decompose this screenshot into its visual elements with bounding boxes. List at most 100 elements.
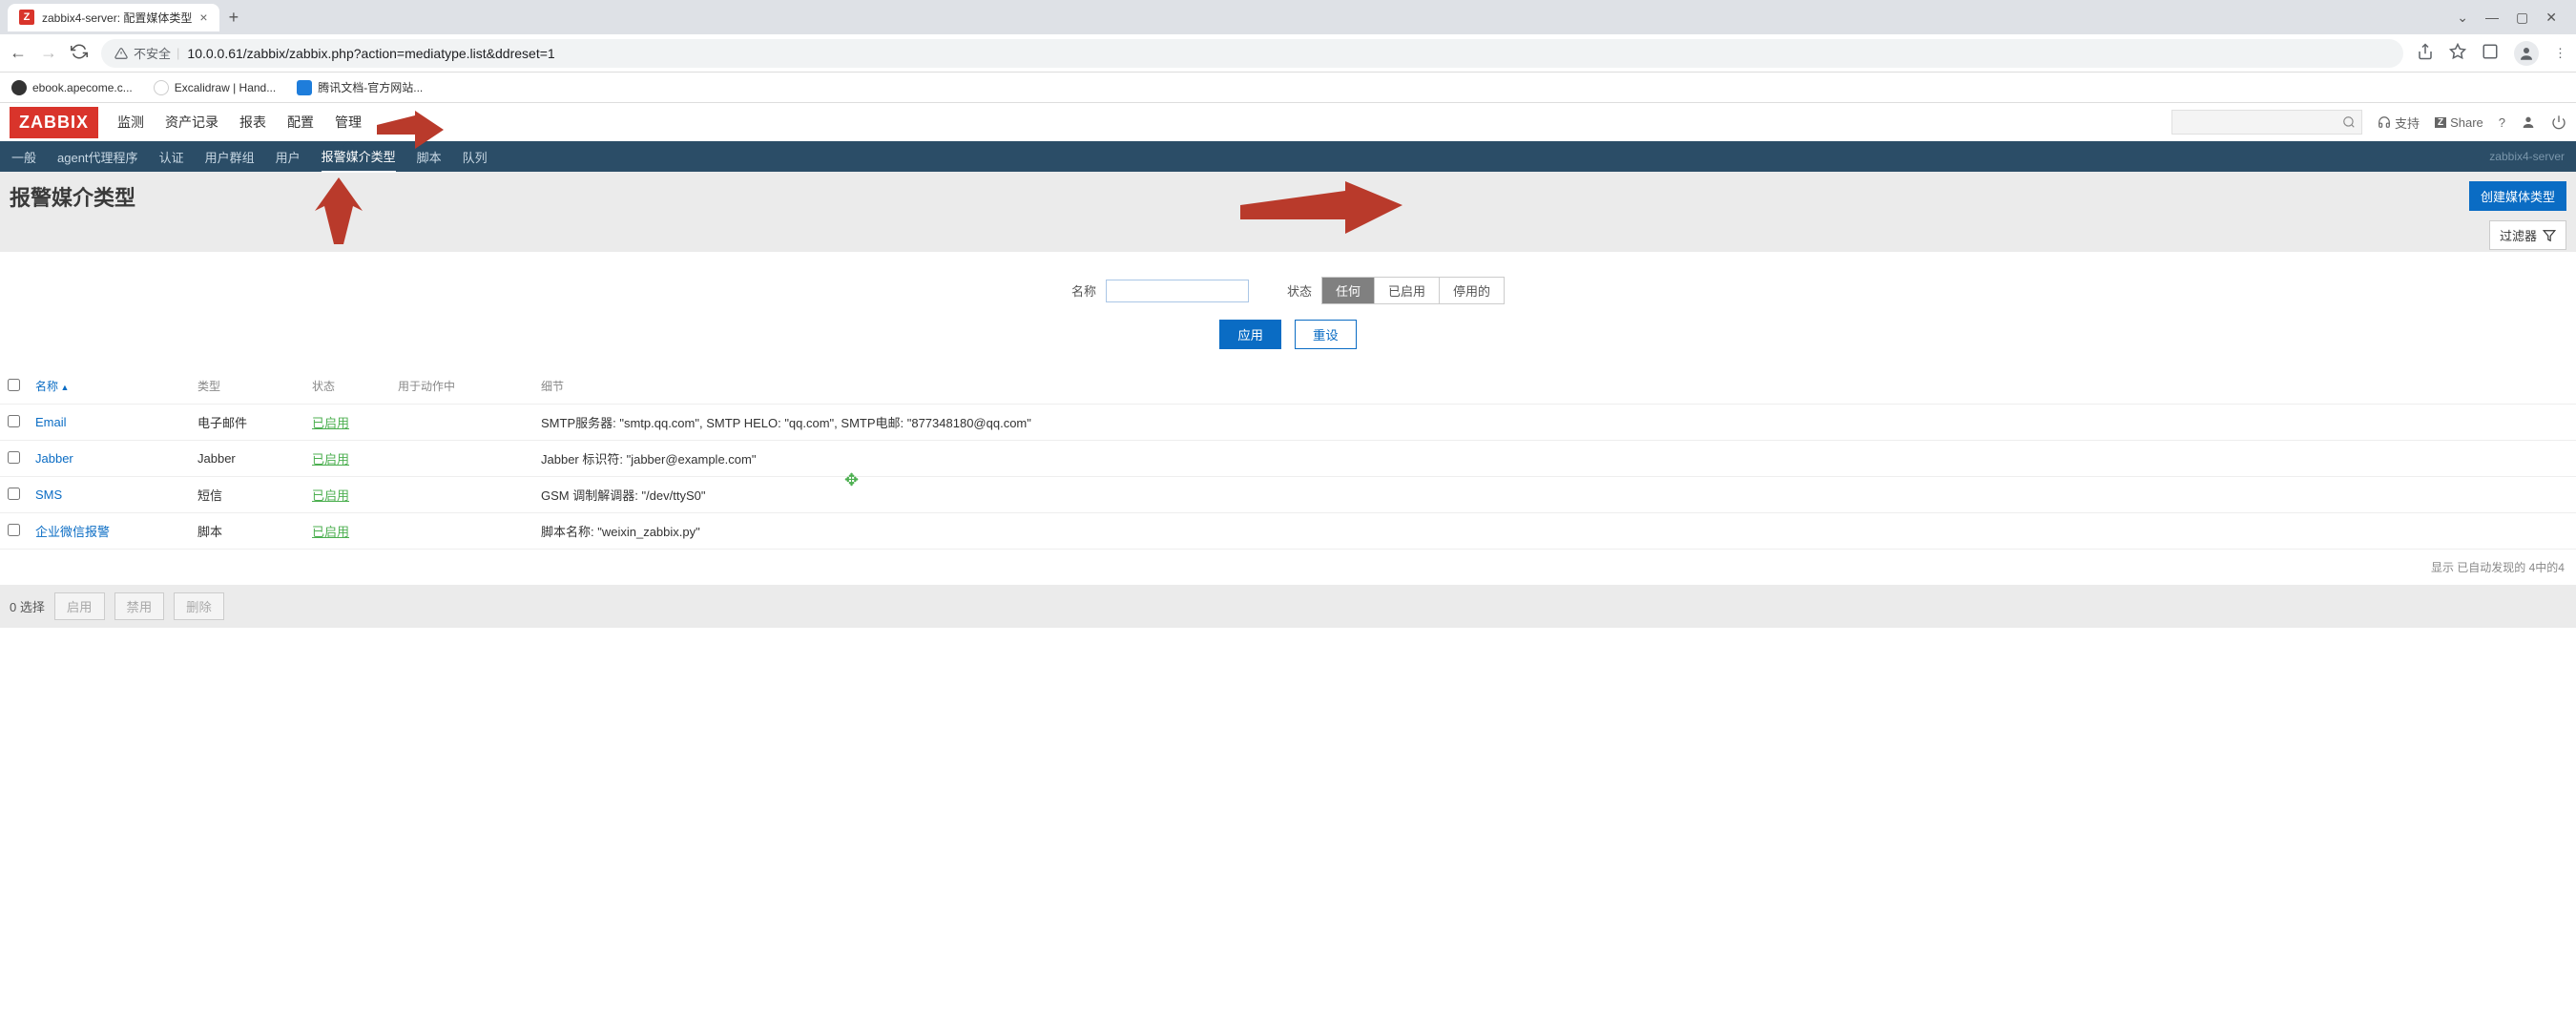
media-type-details: Jabber 标识符: "jabber@example.com" <box>533 441 2576 477</box>
reset-button[interactable]: 重设 <box>1295 320 1357 349</box>
tab-close-icon[interactable]: × <box>199 10 207 25</box>
apply-button[interactable]: 应用 <box>1219 320 1281 349</box>
zabbix-logo[interactable]: ZABBIX <box>10 107 98 138</box>
bookmark-item[interactable]: 腾讯文档-官方网站... <box>297 79 423 95</box>
filter-panel: 名称 状态 任何 已启用 停用的 应用 重设 <box>0 259 2576 366</box>
media-type-details: SMTP服务器: "smtp.qq.com", SMTP HELO: "qq.c… <box>533 405 2576 441</box>
media-type-details: GSM 调制解调器: "/dev/ttyS0" <box>533 477 2576 513</box>
status-toggle[interactable]: 已启用 <box>312 416 349 430</box>
share-icon[interactable] <box>2417 43 2434 63</box>
bookmark-item[interactable]: Excalidraw | Hand... <box>154 80 277 95</box>
main-menu-monitor[interactable]: 监测 <box>115 103 146 141</box>
select-all-checkbox[interactable] <box>8 379 20 391</box>
name-filter-input[interactable] <box>1106 280 1249 302</box>
row-checkbox[interactable] <box>8 415 20 427</box>
column-used-in: 用于动作中 <box>390 368 533 405</box>
nav-forward-icon[interactable]: → <box>40 43 57 63</box>
nav-reload-icon[interactable] <box>71 43 88 63</box>
filter-toggle-button[interactable]: 过滤器 <box>2489 220 2566 250</box>
media-type-link[interactable]: 企业微信报警 <box>35 525 110 539</box>
profile-avatar-icon[interactable] <box>2514 41 2539 66</box>
browser-menu-icon[interactable]: ⋮ <box>2554 46 2566 61</box>
row-checkbox[interactable] <box>8 451 20 464</box>
zabbix-header: ZABBIX 监测 资产记录 报表 配置 管理 支持 Z Share ? <box>0 103 2576 141</box>
column-type: 类型 <box>190 368 304 405</box>
url-bar[interactable]: 不安全 | 10.0.0.61/zabbix/zabbix.php?action… <box>101 39 2403 68</box>
page-header-area: 报警媒介类型 创建媒体类型 过滤器 <box>0 172 2576 252</box>
name-filter-label: 名称 <box>1071 281 1096 300</box>
help-link[interactable]: ? <box>2499 115 2505 130</box>
extensions-icon[interactable] <box>2482 43 2499 63</box>
main-menu-config[interactable]: 配置 <box>285 103 316 141</box>
media-type-type: 短信 <box>190 477 304 513</box>
window-maximize-icon[interactable]: ▢ <box>2516 10 2528 26</box>
url-text: 10.0.0.61/zabbix/zabbix.php?action=media… <box>187 46 554 61</box>
user-icon[interactable] <box>2521 114 2536 130</box>
tab-bar: Z zabbix4-server: 配置媒体类型 × + ⌄ — ▢ ✕ <box>0 0 2576 34</box>
z-badge-icon: Z <box>2435 117 2446 128</box>
nav-back-icon[interactable]: ← <box>10 43 27 63</box>
main-menu-admin[interactable]: 管理 <box>333 103 364 141</box>
search-input[interactable] <box>2171 110 2362 135</box>
status-toggle[interactable]: 已启用 <box>312 525 349 539</box>
bulk-delete-button[interactable]: 删除 <box>174 592 224 620</box>
submenu-mediatypes[interactable]: 报警媒介类型 <box>322 141 396 173</box>
status-enabled-button[interactable]: 已启用 <box>1375 278 1440 303</box>
media-type-link[interactable]: Email <box>35 415 67 429</box>
new-tab-button[interactable]: + <box>229 8 239 28</box>
status-filter-field: 状态 任何 已启用 停用的 <box>1287 277 1505 304</box>
tab-favicon: Z <box>19 10 34 25</box>
submenu-usergroups[interactable]: 用户群组 <box>205 142 255 172</box>
share-link[interactable]: Z Share <box>2435 115 2483 130</box>
status-segmented: 任何 已启用 停用的 <box>1321 277 1505 304</box>
submenu-scripts[interactable]: 脚本 <box>417 142 442 172</box>
row-checkbox[interactable] <box>8 524 20 536</box>
row-checkbox[interactable] <box>8 488 20 500</box>
status-any-button[interactable]: 任何 <box>1322 278 1375 303</box>
bulk-disable-button[interactable]: 禁用 <box>114 592 165 620</box>
table-row: SMS 短信 已启用 GSM 调制解调器: "/dev/ttyS0" <box>0 477 2576 513</box>
submenu-proxies[interactable]: agent代理程序 <box>57 142 138 172</box>
browser-nav-bar: ← → 不安全 | 10.0.0.61/zabbix/zabbix.php?ac… <box>0 34 2576 73</box>
page-title: 报警媒介类型 <box>10 181 135 212</box>
table-row: Email 电子邮件 已启用 SMTP服务器: "smtp.qq.com", S… <box>0 405 2576 441</box>
table-row: 企业微信报警 脚本 已启用 脚本名称: "weixin_zabbix.py" <box>0 513 2576 550</box>
media-type-link[interactable]: SMS <box>35 488 62 502</box>
tab-title-text: zabbix4-server: 配置媒体类型 <box>42 10 192 26</box>
headset-icon <box>2378 115 2391 129</box>
window-controls: ⌄ — ▢ ✕ <box>2457 10 2568 26</box>
status-toggle[interactable]: 已启用 <box>312 452 349 467</box>
bookmark-star-icon[interactable] <box>2449 43 2466 63</box>
column-name[interactable]: 名称 <box>28 368 190 405</box>
search-icon <box>2342 115 2356 129</box>
main-menu-reports[interactable]: 报表 <box>238 103 268 141</box>
table-footer-text: 显示 已自动发现的 4中的4 <box>0 550 2576 585</box>
support-link[interactable]: 支持 <box>2378 114 2420 132</box>
browser-chrome: Z zabbix4-server: 配置媒体类型 × + ⌄ — ▢ ✕ ← →… <box>0 0 2576 103</box>
main-menu: 监测 资产记录 报表 配置 管理 <box>115 103 364 141</box>
media-type-type: 脚本 <box>190 513 304 550</box>
insecure-warning: 不安全 | <box>114 44 179 62</box>
submenu-general[interactable]: 一般 <box>11 142 36 172</box>
status-toggle[interactable]: 已启用 <box>312 488 349 503</box>
window-dropdown-icon[interactable]: ⌄ <box>2457 10 2468 26</box>
browser-tab[interactable]: Z zabbix4-server: 配置媒体类型 × <box>8 4 219 31</box>
bulk-action-bar: 0 选择 启用 禁用 删除 <box>0 585 2576 628</box>
submenu-queue[interactable]: 队列 <box>463 142 488 172</box>
submenu-auth[interactable]: 认证 <box>159 142 184 172</box>
column-status: 状态 <box>304 368 390 405</box>
main-menu-inventory[interactable]: 资产记录 <box>163 103 220 141</box>
bookmark-item[interactable]: ebook.apecome.c... <box>11 80 133 95</box>
bulk-enable-button[interactable]: 启用 <box>54 592 105 620</box>
window-close-icon[interactable]: ✕ <box>2545 10 2557 26</box>
media-type-type: Jabber <box>190 441 304 477</box>
media-type-link[interactable]: Jabber <box>35 451 73 466</box>
power-icon[interactable] <box>2551 114 2566 130</box>
media-type-details: 脚本名称: "weixin_zabbix.py" <box>533 513 2576 550</box>
window-minimize-icon[interactable]: — <box>2485 10 2499 26</box>
status-disabled-button[interactable]: 停用的 <box>1440 278 1504 303</box>
status-filter-label: 状态 <box>1287 281 1312 300</box>
submenu-users[interactable]: 用户 <box>276 142 301 172</box>
create-media-type-button[interactable]: 创建媒体类型 <box>2469 181 2566 211</box>
column-details: 细节 <box>533 368 2576 405</box>
